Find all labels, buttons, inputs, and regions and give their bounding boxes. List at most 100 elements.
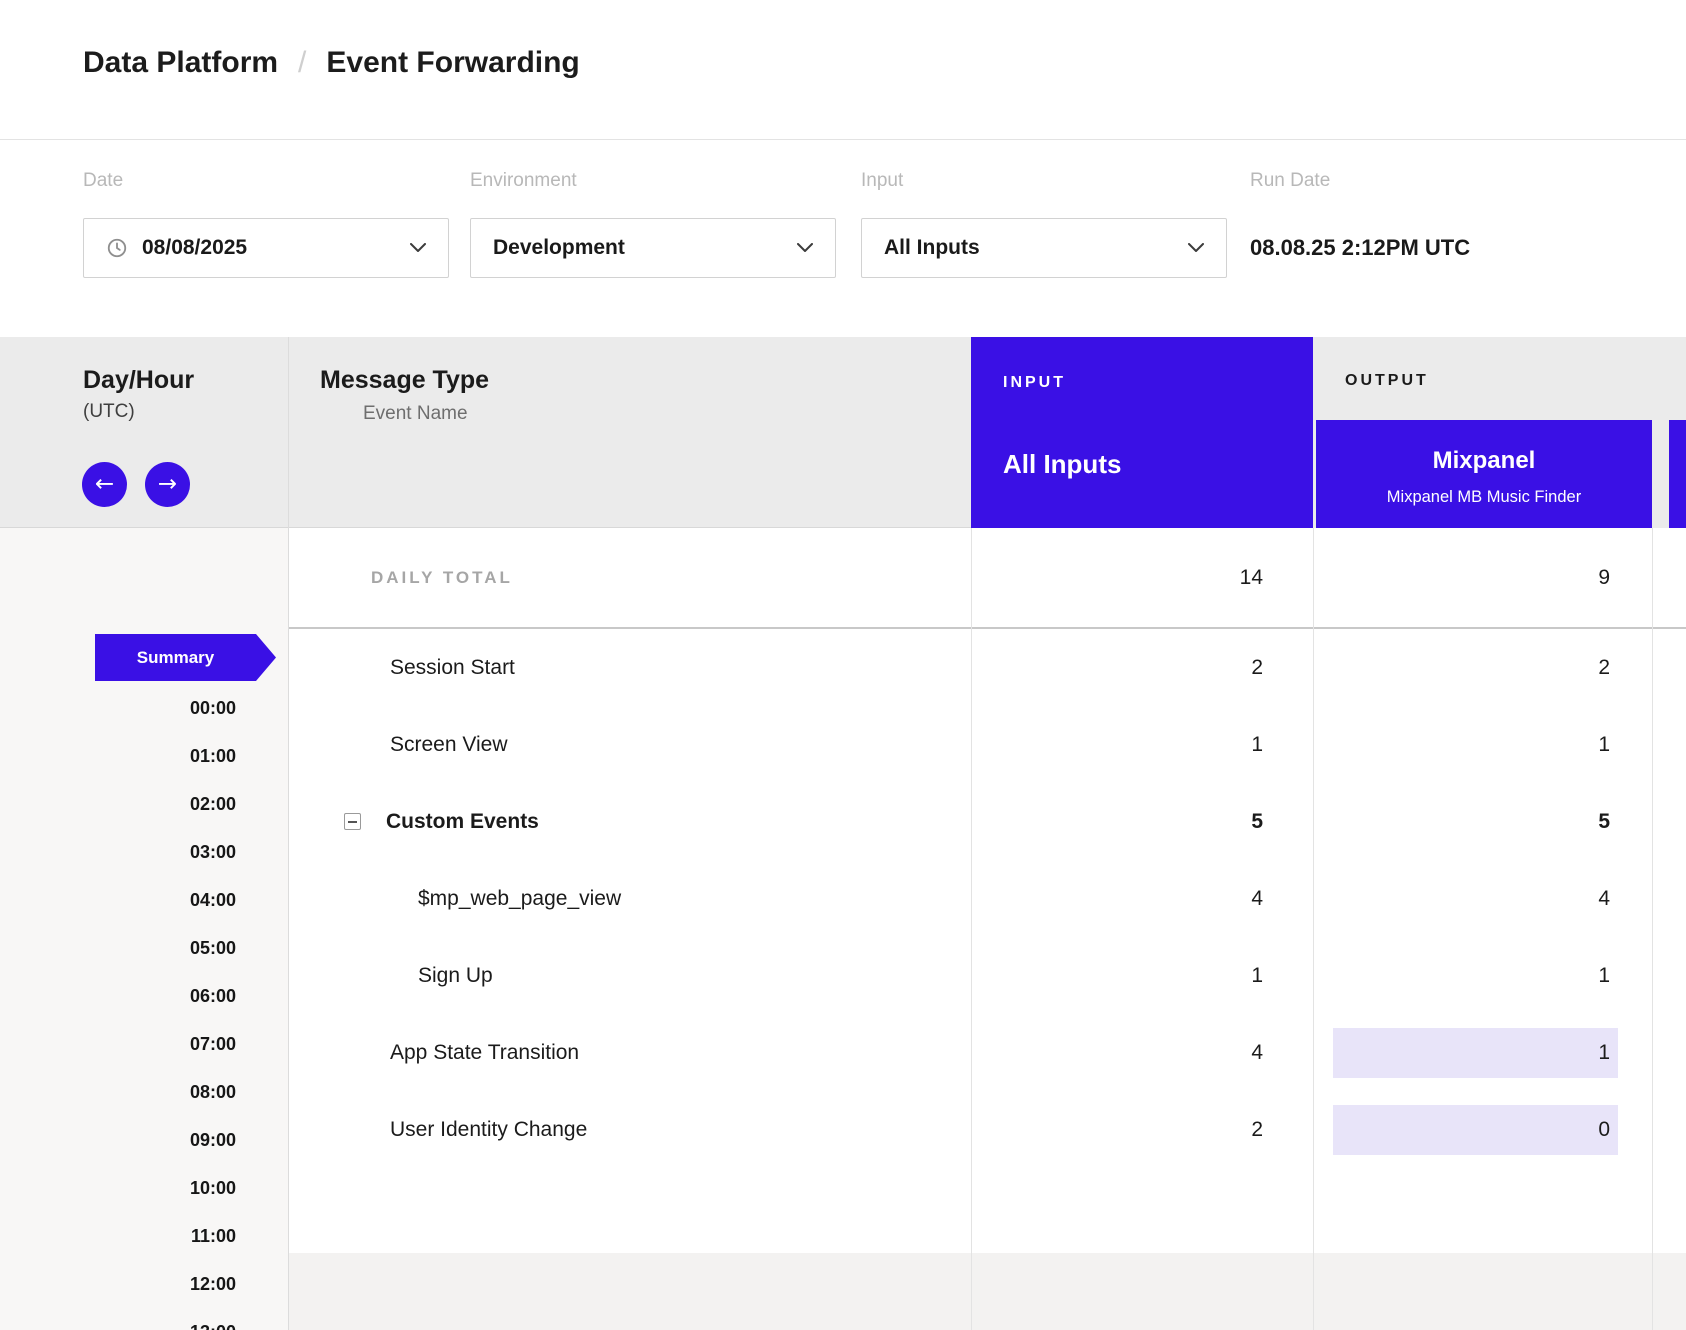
row-name: $mp_web_page_view — [289, 860, 971, 937]
grid-body: DAILY TOTAL 14 9 Session Start 2 2 Scree… — [289, 528, 1686, 1330]
row-output-value: 2 — [1313, 629, 1652, 706]
message-type-subtitle: Event Name — [363, 403, 489, 425]
chevron-down-icon — [410, 243, 426, 253]
highlighted-output-value[interactable]: 1 — [1333, 1028, 1618, 1078]
output-value: 1 — [1598, 1041, 1610, 1065]
row-name: Screen View — [289, 706, 971, 783]
input-column-title: All Inputs — [1003, 449, 1313, 480]
environment-value: Development — [493, 236, 625, 260]
output-column-label: OUTPUT — [1345, 372, 1429, 390]
row-input-value: 1 — [971, 937, 1313, 1014]
environment-filter: Environment Development — [470, 170, 836, 278]
environment-dropdown[interactable]: Development — [470, 218, 836, 278]
hour-label[interactable]: 10:00 — [0, 1164, 236, 1212]
daily-total-input-value: 14 — [971, 528, 1313, 627]
chevron-down-icon — [797, 243, 813, 253]
filter-bar: Date 08/08/2025 Environment Development — [0, 140, 1686, 337]
arrow-left-icon: ← — [95, 473, 114, 496]
breadcrumb: Data Platform / Event Forwarding — [0, 0, 1686, 140]
date-value: 08/08/2025 — [142, 236, 247, 260]
collapse-icon[interactable] — [344, 813, 361, 830]
grid-footer-area — [289, 1253, 1686, 1330]
row-output-cell: 1 — [1313, 1014, 1652, 1091]
date-filter-label: Date — [83, 170, 449, 192]
run-date-label: Run Date — [1250, 170, 1470, 192]
hour-label[interactable]: 04:00 — [0, 876, 236, 924]
day-navigation: ← → — [82, 462, 190, 507]
row-input-value: 2 — [971, 629, 1313, 706]
highlighted-output-value[interactable]: 0 — [1333, 1105, 1618, 1155]
day-hour-header: Day/Hour (UTC) — [83, 365, 194, 423]
row-input-value: 5 — [971, 783, 1313, 860]
table-row: Screen View 1 1 — [289, 706, 1686, 783]
input-dropdown[interactable]: All Inputs — [861, 218, 1227, 278]
daily-total-output-value: 9 — [1313, 528, 1652, 627]
output-value: 0 — [1598, 1118, 1610, 1142]
table-row: $mp_web_page_view 4 4 — [289, 860, 1686, 937]
run-date-value: 08.08.25 2:12PM UTC — [1250, 218, 1470, 278]
row-output-value: 1 — [1313, 937, 1652, 1014]
table-row: Sign Up 1 1 — [289, 937, 1686, 1014]
table-row: Session Start 2 2 — [289, 629, 1686, 706]
hour-label[interactable]: 12:00 — [0, 1260, 236, 1308]
output-node-title: Mixpanel — [1316, 446, 1652, 476]
row-output-cell: 0 — [1313, 1091, 1652, 1168]
daily-total-label: DAILY TOTAL — [289, 528, 971, 627]
summary-badge[interactable]: Summary — [95, 634, 276, 681]
row-output-value: 4 — [1313, 860, 1652, 937]
date-dropdown[interactable]: 08/08/2025 — [83, 218, 449, 278]
row-input-value: 4 — [971, 860, 1313, 937]
event-forwarding-page: Data Platform / Event Forwarding Date 08… — [0, 0, 1686, 1330]
row-input-value: 4 — [971, 1014, 1313, 1091]
nav-forward-button[interactable]: → — [145, 462, 190, 507]
hour-label[interactable]: 09:00 — [0, 1116, 236, 1164]
table-row: Custom Events 5 5 — [289, 783, 1686, 860]
breadcrumb-section[interactable]: Data Platform — [83, 46, 278, 80]
message-type-header: Message Type Event Name — [320, 365, 489, 425]
input-value: All Inputs — [884, 236, 980, 260]
event-rows: Session Start 2 2 Screen View 1 1 Custom… — [289, 629, 1686, 1168]
page-title: Event Forwarding — [326, 46, 579, 80]
table-row: User Identity Change 2 0 — [289, 1091, 1686, 1168]
hour-label[interactable]: 00:00 — [0, 684, 236, 732]
row-input-value: 2 — [971, 1091, 1313, 1168]
breadcrumb-separator: / — [298, 46, 306, 80]
row-name: Sign Up — [289, 937, 971, 1014]
run-date: Run Date 08.08.25 2:12PM UTC — [1250, 170, 1470, 278]
input-filter: Input All Inputs — [861, 170, 1227, 278]
column-divider — [971, 528, 972, 1330]
input-filter-label: Input — [861, 170, 1227, 192]
hour-label[interactable]: 03:00 — [0, 828, 236, 876]
input-column-label: INPUT — [1003, 373, 1313, 393]
day-hour-subtitle: (UTC) — [83, 401, 194, 423]
output-node-subtitle: Mixpanel MB Music Finder — [1316, 488, 1652, 507]
hour-label[interactable]: 06:00 — [0, 972, 236, 1020]
message-type-title: Message Type — [320, 365, 489, 395]
row-name-text: Custom Events — [386, 810, 539, 834]
environment-filter-label: Environment — [470, 170, 836, 192]
date-filter: Date 08/08/2025 — [83, 170, 449, 278]
input-column-header[interactable]: INPUT All Inputs — [971, 337, 1313, 529]
hour-label[interactable]: 11:00 — [0, 1212, 236, 1260]
hour-label[interactable]: 13:00 — [0, 1308, 236, 1330]
hour-label[interactable]: 02:00 — [0, 780, 236, 828]
hour-label[interactable]: 07:00 — [0, 1020, 236, 1068]
output-node-header-partial[interactable] — [1669, 420, 1686, 529]
output-node-header[interactable]: Mixpanel Mixpanel MB Music Finder — [1316, 420, 1652, 529]
day-hour-sidebar: Summary 00:00 01:00 02:00 03:00 04:00 05… — [0, 528, 288, 1330]
row-name: User Identity Change — [289, 1091, 971, 1168]
hour-list: 00:00 01:00 02:00 03:00 04:00 05:00 06:0… — [0, 684, 236, 1330]
row-name: App State Transition — [289, 1014, 971, 1091]
chevron-down-icon — [1188, 243, 1204, 253]
nav-back-button[interactable]: ← — [82, 462, 127, 507]
arrow-right-icon: → — [158, 473, 177, 496]
column-divider — [1313, 528, 1314, 1330]
row-output-value: 1 — [1313, 706, 1652, 783]
hour-label[interactable]: 05:00 — [0, 924, 236, 972]
hour-label[interactable]: 01:00 — [0, 732, 236, 780]
row-input-value: 1 — [971, 706, 1313, 783]
hour-label[interactable]: 08:00 — [0, 1068, 236, 1116]
day-hour-title: Day/Hour — [83, 365, 194, 395]
table-row: App State Transition 4 1 — [289, 1014, 1686, 1091]
row-name: Custom Events — [289, 783, 971, 860]
